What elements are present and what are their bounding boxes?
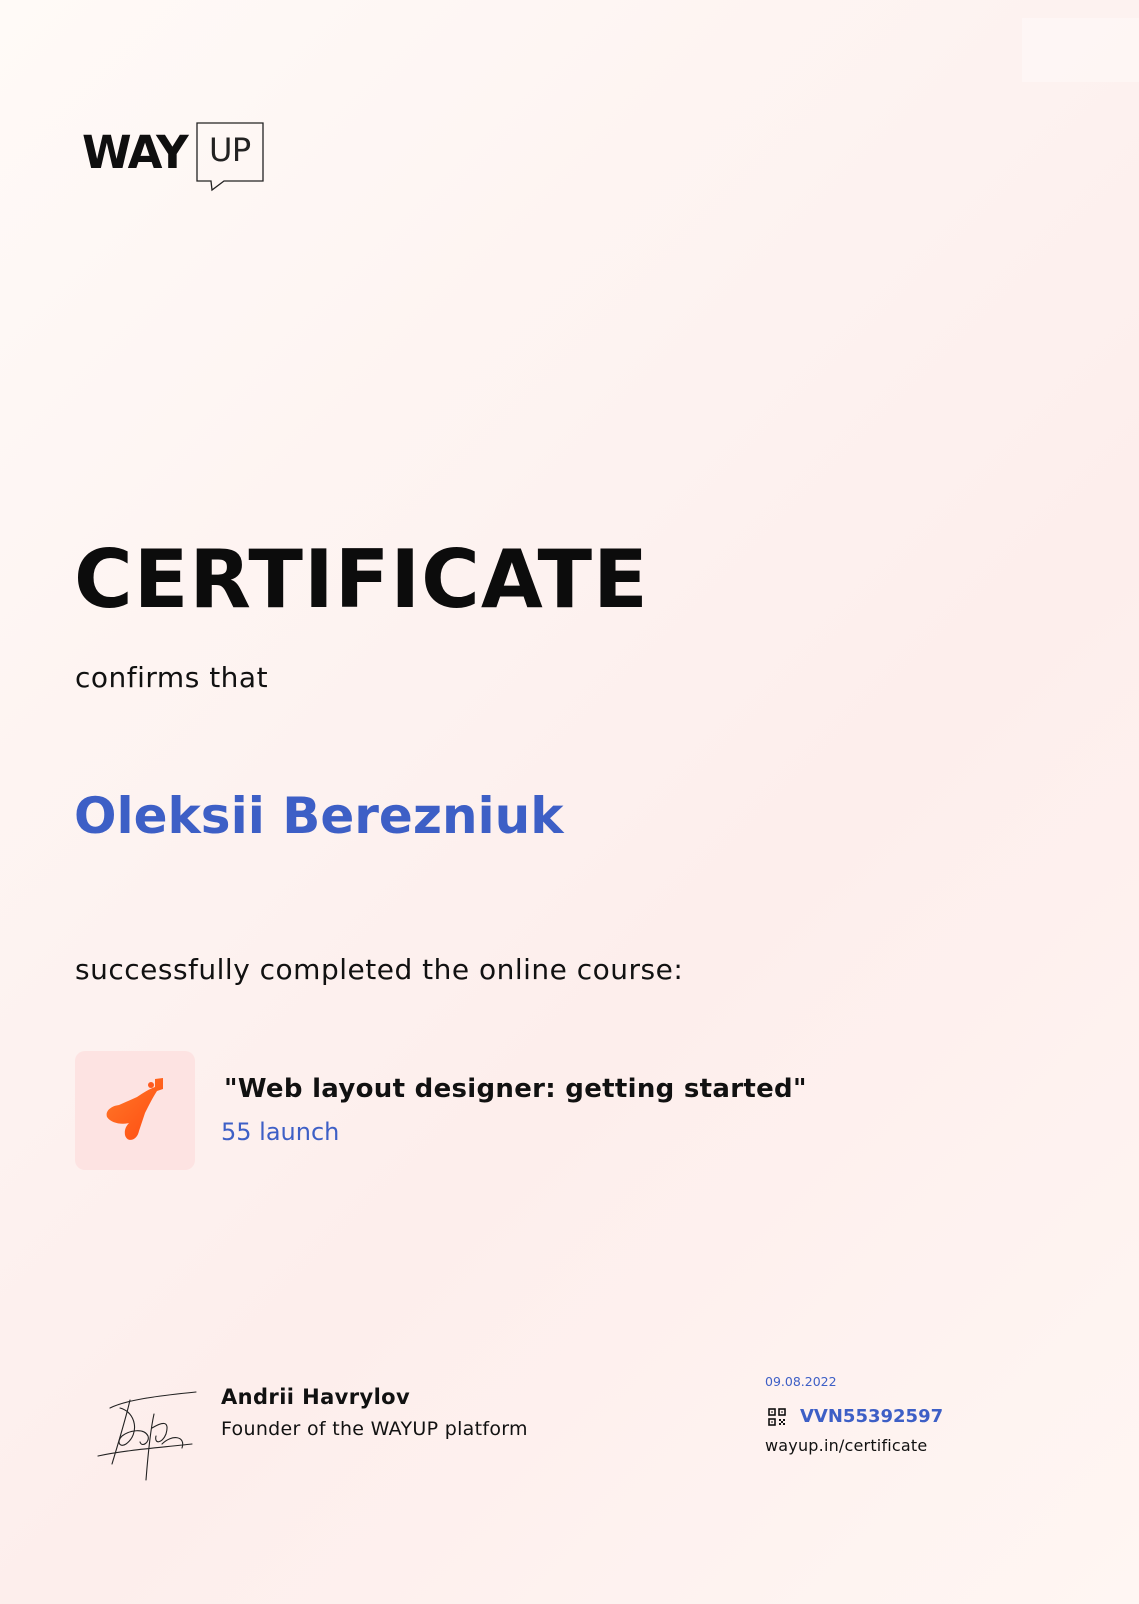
wayup-logo: WAY UP	[82, 122, 282, 194]
logo-up-text: UP	[209, 131, 251, 169]
issue-date: 09.08.2022	[765, 1374, 837, 1389]
certificate-code: VVN55392597	[800, 1406, 944, 1427]
confirms-text: confirms that	[75, 661, 269, 694]
course-launch: 55 launch	[221, 1118, 340, 1146]
signer-role: Founder of the WAYUP platform	[221, 1418, 528, 1440]
course-icon-tile	[75, 1051, 195, 1170]
recipient-name: Oleksii Berezniuk	[74, 787, 564, 845]
signature-image	[97, 1391, 197, 1481]
verification-url[interactable]: wayup.in/certificate	[765, 1438, 927, 1454]
corner-decoration	[1022, 18, 1139, 82]
qr-code-icon	[768, 1408, 786, 1426]
certificate-title: CERTIFICATE	[74, 533, 649, 626]
completed-text: successfully completed the online course…	[75, 953, 684, 986]
blaster-gun-icon	[106, 1078, 163, 1140]
logo-way-text: WAY	[82, 126, 189, 179]
signer-name: Andrii Havrylov	[221, 1385, 411, 1409]
course-title: "Web layout designer: getting started"	[224, 1074, 807, 1104]
